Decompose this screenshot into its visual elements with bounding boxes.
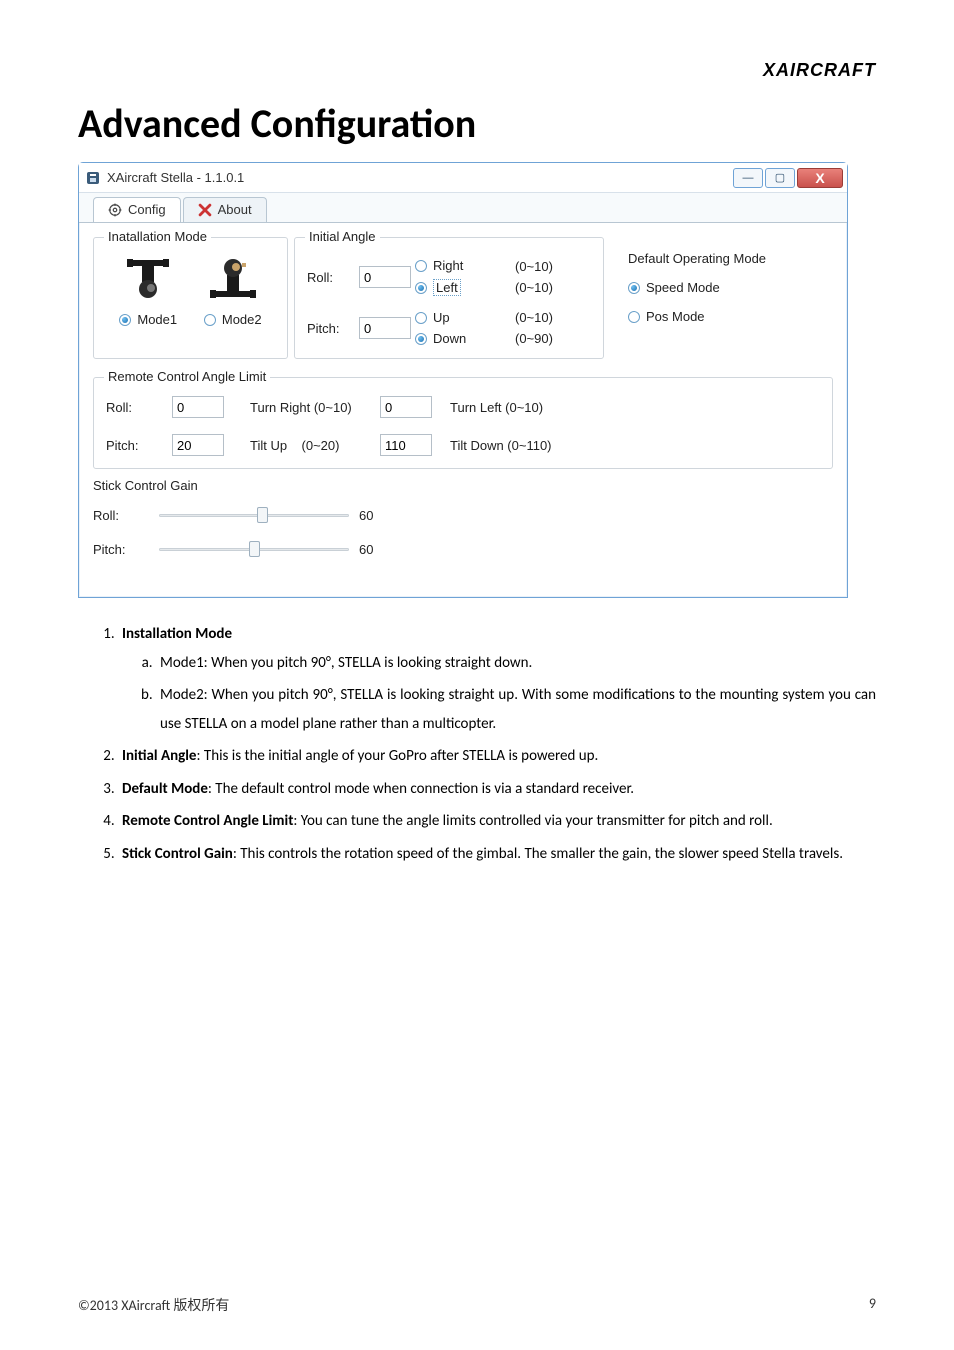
radio-mode1[interactable]: Mode1 — [119, 312, 177, 327]
tab-about[interactable]: About — [183, 197, 267, 222]
item1-title: Installation Mode — [122, 625, 232, 643]
maximize-button[interactable]: ▢ — [765, 168, 795, 188]
item1a: Mode1: When you pitch 90°, STELLA is loo… — [156, 649, 876, 678]
group-legend: Inatallation Mode — [104, 229, 211, 244]
limit-pitch-down-input[interactable] — [380, 434, 432, 456]
radio-pos-mode[interactable]: Pos Mode — [628, 309, 705, 324]
limit-pitch-label: Pitch: — [106, 438, 172, 453]
range-text: (0~10) — [515, 259, 581, 274]
radio-pitch-up[interactable]: Up — [415, 310, 450, 325]
tab-config-label: Config — [128, 202, 166, 217]
limit-pitch-up-text: Tilt Up (0~20) — [250, 438, 380, 453]
mode2-image — [205, 256, 261, 302]
app-window: XAircraft Stella - 1.1.0.1 — ▢ X Config … — [78, 162, 848, 598]
gain-pitch-value: 60 — [359, 542, 399, 557]
group-angle-limit: Remote Control Angle Limit Roll: Turn Ri… — [93, 377, 833, 469]
tab-config[interactable]: Config — [93, 197, 181, 222]
radio-label: Left — [433, 279, 461, 296]
item1b: Mode2: When you pitch 90°, STELLA is loo… — [156, 681, 876, 738]
range-text: (0~10) — [515, 310, 581, 325]
item4-rest: : You can tune the angle limits controll… — [293, 812, 772, 830]
item3-title: Default Mode — [122, 780, 208, 798]
group-initial-angle: Initial Angle Roll: Right Left (0~10) (0… — [294, 237, 604, 359]
radio-dot-icon — [415, 282, 427, 294]
limit-pitch-up-input[interactable] — [172, 434, 224, 456]
window-title: XAircraft Stella - 1.1.0.1 — [107, 170, 244, 185]
radio-dot-icon — [415, 312, 427, 324]
radio-pitch-down[interactable]: Down — [415, 331, 466, 346]
pitch-label: Pitch: — [307, 321, 359, 336]
item5-rest: : This controls the rotation speed of th… — [233, 845, 843, 863]
limit-roll-label: Roll: — [106, 400, 172, 415]
radio-dot-icon — [204, 314, 216, 326]
gain-pitch-label: Pitch: — [93, 542, 159, 557]
group-stick-gain: Stick Control Gain Roll: 60 Pitch: 60 — [93, 487, 833, 569]
radio-dot-icon — [119, 314, 131, 326]
radio-mode2[interactable]: Mode2 — [204, 312, 262, 327]
page-number: 9 — [869, 1295, 876, 1315]
range-text: (0~10) — [515, 280, 581, 295]
group-legend: Initial Angle — [305, 229, 380, 244]
group-default-mode: Default Operating Mode Speed Mode Pos Mo… — [616, 237, 811, 359]
radio-label: Up — [433, 310, 450, 325]
footer-copyright: ©2013 XAircraft 版权所有 — [78, 1295, 229, 1315]
minimize-button[interactable]: — — [733, 168, 763, 188]
document-body: Installation Mode Mode1: When you pitch … — [78, 620, 876, 868]
group-installation-mode: Inatallation Mode Mode1 Mode2 — [93, 237, 288, 359]
tabstrip: Config About — [79, 193, 847, 223]
range-text: (0~90) — [515, 331, 581, 346]
pitch-input[interactable] — [359, 317, 411, 339]
titlebar: XAircraft Stella - 1.1.0.1 — ▢ X — [79, 163, 847, 193]
x-logo-icon — [198, 203, 212, 217]
radio-speed-mode[interactable]: Speed Mode — [628, 280, 720, 295]
radio-roll-left[interactable]: Left — [415, 279, 461, 296]
radio-dot-icon — [415, 333, 427, 345]
item2-title: Initial Angle — [122, 747, 196, 765]
radio-dot-icon — [415, 260, 427, 272]
group-legend: Remote Control Angle Limit — [104, 369, 270, 384]
page-title: Advanced Configuration — [78, 99, 876, 148]
close-button[interactable]: X — [797, 168, 843, 188]
radio-dot-icon — [628, 311, 640, 323]
radio-label: Down — [433, 331, 466, 346]
item2-rest: : This is the initial angle of your GoPr… — [196, 747, 598, 765]
limit-roll-right-text: Turn Right (0~10) — [250, 400, 380, 415]
group-legend: Default Operating Mode — [628, 251, 799, 266]
radio-roll-right[interactable]: Right — [415, 258, 463, 273]
limit-roll-right-input[interactable] — [172, 396, 224, 418]
group-legend: Stick Control Gain — [93, 478, 202, 493]
gain-roll-label: Roll: — [93, 508, 159, 523]
brand-logo: XAIRCRAFT — [78, 60, 876, 81]
gain-roll-value: 60 — [359, 508, 399, 523]
roll-input[interactable] — [359, 266, 411, 288]
roll-label: Roll: — [307, 270, 359, 285]
item5-title: Stick Control Gain — [122, 845, 233, 863]
radio-label: Pos Mode — [646, 309, 705, 324]
mode1-image — [120, 256, 176, 302]
radio-dot-icon — [628, 282, 640, 294]
tab-about-label: About — [218, 202, 252, 217]
radio-label: Right — [433, 258, 463, 273]
item4-title: Remote Control Angle Limit — [122, 812, 293, 830]
app-icon — [85, 170, 101, 186]
gain-pitch-slider[interactable] — [159, 541, 349, 557]
radio-label: Speed Mode — [646, 280, 720, 295]
limit-pitch-down-text: Tilt Down (0~110) — [450, 438, 610, 453]
radio-label: Mode1 — [137, 312, 177, 327]
gear-icon — [108, 203, 122, 217]
gain-roll-slider[interactable] — [159, 507, 349, 523]
item3-rest: : The default control mode when connecti… — [208, 780, 634, 798]
limit-roll-left-input[interactable] — [380, 396, 432, 418]
radio-label: Mode2 — [222, 312, 262, 327]
limit-roll-left-text: Turn Left (0~10) — [450, 400, 610, 415]
